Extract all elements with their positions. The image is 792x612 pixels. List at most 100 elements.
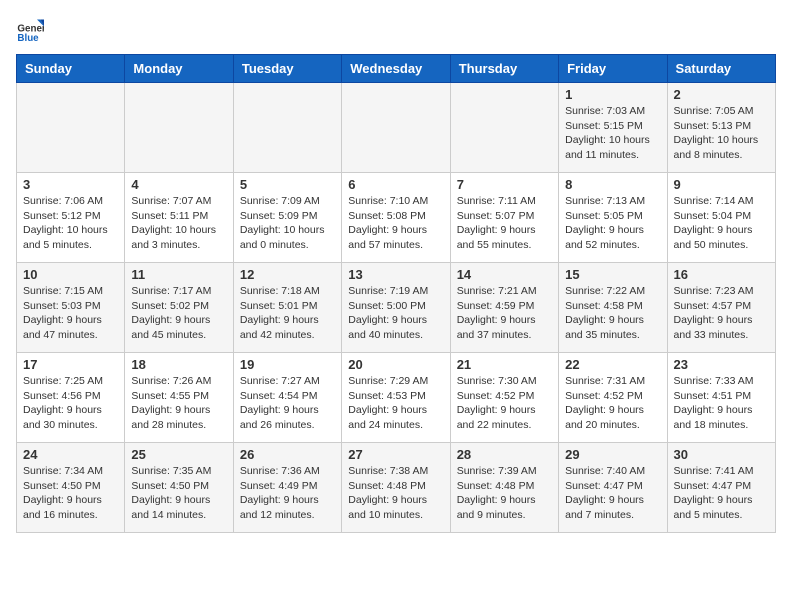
day-number: 20	[348, 357, 443, 372]
day-number: 19	[240, 357, 335, 372]
day-number: 22	[565, 357, 660, 372]
day-info: Sunrise: 7:23 AM Sunset: 4:57 PM Dayligh…	[674, 284, 769, 343]
calendar-cell: 23 Sunrise: 7:33 AM Sunset: 4:51 PM Dayli…	[667, 353, 775, 443]
weekday-header-saturday: Saturday	[667, 55, 775, 83]
calendar-week-4: 17 Sunrise: 7:25 AM Sunset: 4:56 PM Dayli…	[17, 353, 776, 443]
day-info: Sunrise: 7:33 AM Sunset: 4:51 PM Dayligh…	[674, 374, 769, 433]
day-number: 14	[457, 267, 552, 282]
day-info: Sunrise: 7:30 AM Sunset: 4:52 PM Dayligh…	[457, 374, 552, 433]
day-info: Sunrise: 7:35 AM Sunset: 4:50 PM Dayligh…	[131, 464, 226, 523]
day-number: 8	[565, 177, 660, 192]
day-info: Sunrise: 7:36 AM Sunset: 4:49 PM Dayligh…	[240, 464, 335, 523]
calendar-cell: 14 Sunrise: 7:21 AM Sunset: 4:59 PM Dayli…	[450, 263, 558, 353]
logo-icon: General Blue	[16, 16, 44, 44]
weekday-header-wednesday: Wednesday	[342, 55, 450, 83]
calendar-cell	[233, 83, 341, 173]
day-info: Sunrise: 7:19 AM Sunset: 5:00 PM Dayligh…	[348, 284, 443, 343]
calendar-cell: 8 Sunrise: 7:13 AM Sunset: 5:05 PM Daylig…	[559, 173, 667, 263]
calendar-cell: 24Sunrise: 7:34 AM Sunset: 4:50 PM Dayli…	[17, 443, 125, 533]
day-number: 16	[674, 267, 769, 282]
calendar-cell	[450, 83, 558, 173]
weekday-header-tuesday: Tuesday	[233, 55, 341, 83]
day-number: 26	[240, 447, 335, 462]
calendar-cell: 27 Sunrise: 7:38 AM Sunset: 4:48 PM Dayli…	[342, 443, 450, 533]
day-number: 21	[457, 357, 552, 372]
calendar-cell: 7 Sunrise: 7:11 AM Sunset: 5:07 PM Daylig…	[450, 173, 558, 263]
svg-text:Blue: Blue	[17, 33, 39, 44]
weekday-header-monday: Monday	[125, 55, 233, 83]
calendar-week-1: 1 Sunrise: 7:03 AM Sunset: 5:15 PM Daylig…	[17, 83, 776, 173]
day-info: Sunrise: 7:17 AM Sunset: 5:02 PM Dayligh…	[131, 284, 226, 343]
day-info: Sunrise: 7:38 AM Sunset: 4:48 PM Dayligh…	[348, 464, 443, 523]
day-info: Sunrise: 7:18 AM Sunset: 5:01 PM Dayligh…	[240, 284, 335, 343]
day-number: 23	[674, 357, 769, 372]
day-info: Sunrise: 7:13 AM Sunset: 5:05 PM Dayligh…	[565, 194, 660, 253]
day-info: Sunrise: 7:05 AM Sunset: 5:13 PM Dayligh…	[674, 104, 769, 163]
calendar-cell	[17, 83, 125, 173]
day-info: Sunrise: 7:25 AM Sunset: 4:56 PM Dayligh…	[23, 374, 118, 433]
day-info: Sunrise: 7:39 AM Sunset: 4:48 PM Dayligh…	[457, 464, 552, 523]
day-number: 11	[131, 267, 226, 282]
day-number: 9	[674, 177, 769, 192]
day-number: 13	[348, 267, 443, 282]
day-info: Sunrise: 7:06 AM Sunset: 5:12 PM Dayligh…	[23, 194, 118, 253]
calendar-cell: 13 Sunrise: 7:19 AM Sunset: 5:00 PM Dayli…	[342, 263, 450, 353]
calendar-cell: 19 Sunrise: 7:27 AM Sunset: 4:54 PM Dayli…	[233, 353, 341, 443]
calendar-cell: 28 Sunrise: 7:39 AM Sunset: 4:48 PM Dayli…	[450, 443, 558, 533]
day-number: 17	[23, 357, 118, 372]
calendar-cell	[342, 83, 450, 173]
day-info: Sunrise: 7:34 AM Sunset: 4:50 PM Dayligh…	[23, 464, 118, 523]
calendar-table: SundayMondayTuesdayWednesdayThursdayFrid…	[16, 54, 776, 533]
day-number: 29	[565, 447, 660, 462]
calendar-cell: 25 Sunrise: 7:35 AM Sunset: 4:50 PM Dayli…	[125, 443, 233, 533]
calendar-cell: 16 Sunrise: 7:23 AM Sunset: 4:57 PM Dayli…	[667, 263, 775, 353]
day-info: Sunrise: 7:22 AM Sunset: 4:58 PM Dayligh…	[565, 284, 660, 343]
day-info: Sunrise: 7:31 AM Sunset: 4:52 PM Dayligh…	[565, 374, 660, 433]
day-number: 30	[674, 447, 769, 462]
day-info: Sunrise: 7:21 AM Sunset: 4:59 PM Dayligh…	[457, 284, 552, 343]
day-number: 1	[565, 87, 660, 102]
day-number: 7	[457, 177, 552, 192]
day-info: Sunrise: 7:14 AM Sunset: 5:04 PM Dayligh…	[674, 194, 769, 253]
calendar-cell: 21 Sunrise: 7:30 AM Sunset: 4:52 PM Dayli…	[450, 353, 558, 443]
day-info: Sunrise: 7:27 AM Sunset: 4:54 PM Dayligh…	[240, 374, 335, 433]
day-number: 2	[674, 87, 769, 102]
day-info: Sunrise: 7:15 AM Sunset: 5:03 PM Dayligh…	[23, 284, 118, 343]
day-info: Sunrise: 7:11 AM Sunset: 5:07 PM Dayligh…	[457, 194, 552, 253]
calendar-header-row: SundayMondayTuesdayWednesdayThursdayFrid…	[17, 55, 776, 83]
day-info: Sunrise: 7:09 AM Sunset: 5:09 PM Dayligh…	[240, 194, 335, 253]
calendar-cell	[125, 83, 233, 173]
day-number: 28	[457, 447, 552, 462]
calendar-week-5: 24Sunrise: 7:34 AM Sunset: 4:50 PM Dayli…	[17, 443, 776, 533]
day-info: Sunrise: 7:26 AM Sunset: 4:55 PM Dayligh…	[131, 374, 226, 433]
calendar-cell: 30 Sunrise: 7:41 AM Sunset: 4:47 PM Dayli…	[667, 443, 775, 533]
calendar-cell: 11 Sunrise: 7:17 AM Sunset: 5:02 PM Dayli…	[125, 263, 233, 353]
day-info: Sunrise: 7:41 AM Sunset: 4:47 PM Dayligh…	[674, 464, 769, 523]
day-number: 5	[240, 177, 335, 192]
calendar-cell: 4Sunrise: 7:07 AM Sunset: 5:11 PM Daylig…	[125, 173, 233, 263]
calendar-cell: 22 Sunrise: 7:31 AM Sunset: 4:52 PM Dayli…	[559, 353, 667, 443]
day-info: Sunrise: 7:07 AM Sunset: 5:11 PM Dayligh…	[131, 194, 226, 253]
calendar-cell: 12 Sunrise: 7:18 AM Sunset: 5:01 PM Dayli…	[233, 263, 341, 353]
day-number: 18	[131, 357, 226, 372]
calendar-cell: 17 Sunrise: 7:25 AM Sunset: 4:56 PM Dayli…	[17, 353, 125, 443]
calendar-cell: 1 Sunrise: 7:03 AM Sunset: 5:15 PM Daylig…	[559, 83, 667, 173]
calendar-cell: 3 Sunrise: 7:06 AM Sunset: 5:12 PM Daylig…	[17, 173, 125, 263]
logo: General Blue	[16, 16, 44, 44]
day-number: 12	[240, 267, 335, 282]
day-info: Sunrise: 7:03 AM Sunset: 5:15 PM Dayligh…	[565, 104, 660, 163]
calendar-cell: 26 Sunrise: 7:36 AM Sunset: 4:49 PM Dayli…	[233, 443, 341, 533]
weekday-header-thursday: Thursday	[450, 55, 558, 83]
day-info: Sunrise: 7:40 AM Sunset: 4:47 PM Dayligh…	[565, 464, 660, 523]
weekday-header-sunday: Sunday	[17, 55, 125, 83]
day-number: 15	[565, 267, 660, 282]
day-number: 3	[23, 177, 118, 192]
calendar-cell: 2 Sunrise: 7:05 AM Sunset: 5:13 PM Daylig…	[667, 83, 775, 173]
day-number: 25	[131, 447, 226, 462]
calendar-cell: 15 Sunrise: 7:22 AM Sunset: 4:58 PM Dayli…	[559, 263, 667, 353]
calendar-cell: 20Sunrise: 7:29 AM Sunset: 4:53 PM Dayli…	[342, 353, 450, 443]
day-number: 27	[348, 447, 443, 462]
calendar-cell: 6Sunrise: 7:10 AM Sunset: 5:08 PM Daylig…	[342, 173, 450, 263]
calendar-cell: 9 Sunrise: 7:14 AM Sunset: 5:04 PM Daylig…	[667, 173, 775, 263]
page-header: General Blue	[16, 16, 776, 44]
